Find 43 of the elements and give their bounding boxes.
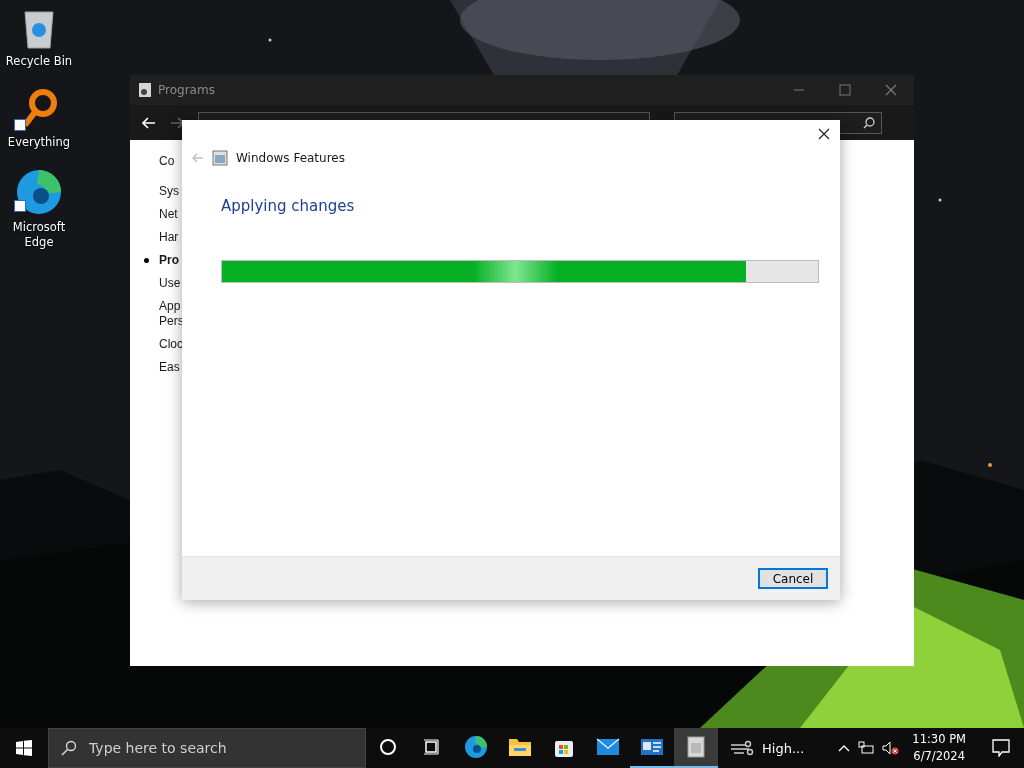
search-placeholder: Type here to search	[89, 740, 227, 756]
dialog-title: Windows Features	[236, 151, 345, 165]
close-icon[interactable]	[818, 128, 830, 140]
notification-icon[interactable]	[992, 739, 1010, 757]
maximize-icon[interactable]	[839, 84, 851, 96]
sidebar-link[interactable]: Har	[159, 230, 179, 245]
sidebar-link[interactable]: Net	[159, 207, 178, 222]
cancel-button[interactable]: Cancel	[758, 568, 828, 589]
wind-icon[interactable]	[730, 739, 754, 757]
sidebar-link[interactable]: Cloc	[159, 337, 183, 352]
edge-icon[interactable]	[464, 735, 488, 759]
task-view-icon[interactable]	[423, 738, 441, 756]
taskbar-button[interactable]	[674, 728, 718, 768]
desktop-icon-label[interactable]: Microsoft Edge	[4, 220, 74, 250]
sidebar-link[interactable]: Co	[159, 154, 175, 169]
cortana-circle-icon[interactable]	[379, 738, 397, 756]
edge-icon[interactable]	[15, 168, 63, 216]
sidebar-link[interactable]: Use	[159, 276, 181, 291]
search-icon	[863, 116, 875, 129]
control-panel-icon[interactable]	[640, 737, 664, 757]
control-panel-icon	[138, 82, 152, 98]
chevron-up-icon[interactable]	[838, 744, 851, 752]
sidebar-link[interactable]: Sys	[159, 184, 179, 199]
window-app-icon	[212, 150, 228, 166]
mail-icon[interactable]	[596, 738, 620, 756]
network-icon[interactable]	[858, 741, 875, 755]
taskbar-search-field[interactable]: Type here to search	[48, 728, 366, 768]
clock-date: 6/7/2024	[913, 748, 965, 765]
window-title: Programs	[158, 83, 216, 97]
forward-arrow-icon[interactable]	[170, 116, 184, 129]
desktop-icon-label[interactable]: Everything	[7, 135, 71, 150]
weather-text[interactable]: High...	[762, 740, 805, 756]
windows-logo-icon[interactable]	[16, 740, 32, 756]
folder-icon[interactable]	[508, 736, 532, 758]
sidebar-link[interactable]: Pro	[159, 253, 179, 268]
clock-time: 11:30 PM	[912, 731, 966, 748]
desktop-icon-label[interactable]: Recycle Bin	[5, 54, 73, 69]
clock[interactable]: 11:30 PM 6/7/2024	[908, 731, 970, 765]
volume-icon[interactable]	[882, 741, 901, 755]
program-box-icon[interactable]	[686, 735, 706, 759]
status-heading: Applying changes	[221, 197, 356, 215]
sidebar-link[interactable]: Eas	[159, 360, 180, 375]
search-icon	[61, 740, 77, 756]
